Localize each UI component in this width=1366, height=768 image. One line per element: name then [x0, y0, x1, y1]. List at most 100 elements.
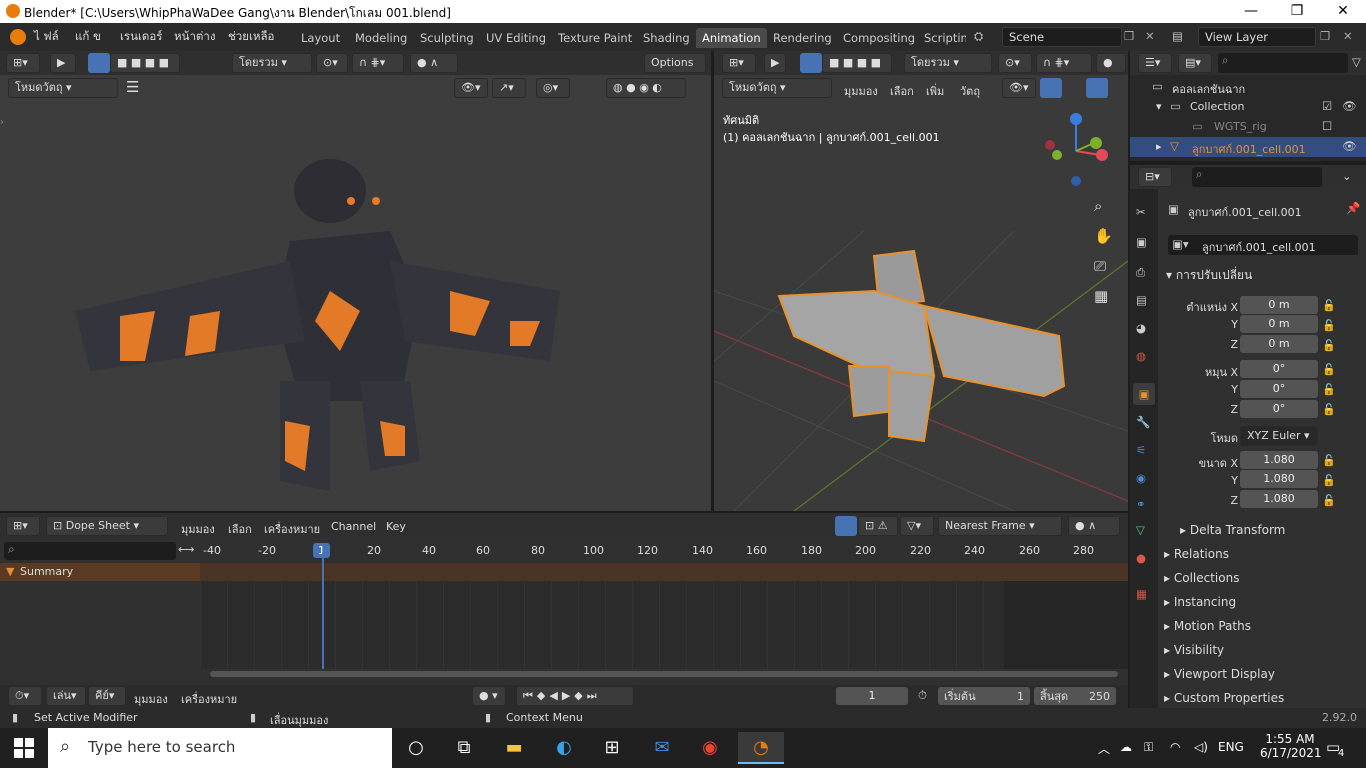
visibility-dropdown[interactable]: 👁▾: [454, 78, 488, 98]
properties-search-input[interactable]: ⌕: [1192, 167, 1322, 187]
horizontal-scrollbar[interactable]: [210, 671, 1118, 677]
filter-icon[interactable]: ▽: [1352, 55, 1361, 69]
pin-icon[interactable]: 📌: [1346, 201, 1360, 215]
relations-panel[interactable]: ▸ Relations: [1164, 543, 1229, 565]
instancing-panel[interactable]: ▸ Instancing: [1164, 591, 1236, 613]
menu-window[interactable]: หน้าต่าง: [174, 28, 215, 46]
select-mode-group-2[interactable]: ■ ■ ■ ■: [822, 53, 892, 73]
volume-icon[interactable]: ◁): [1194, 740, 1208, 754]
menu-file[interactable]: ไ ฟล์: [34, 28, 59, 46]
store-icon[interactable]: ⊞: [592, 732, 632, 764]
overlay-toggle-button[interactable]: [1086, 78, 1108, 98]
file-explorer-icon[interactable]: ▬: [494, 732, 534, 764]
world-tab-icon[interactable]: ◍: [1136, 349, 1146, 363]
menu-render[interactable]: เรนเดอร์: [120, 28, 162, 46]
outliner[interactable]: ☰▾ ▤▾ ⌕ ▽ ▭ คอลเลกชันฉาก ▾ ▭ Collection …: [1130, 51, 1366, 161]
swap-icon[interactable]: ⟷: [178, 542, 195, 556]
minimize-button[interactable]: —: [1228, 0, 1274, 23]
select-mode-new-button-2[interactable]: [800, 53, 822, 73]
tab-texture-paint[interactable]: Texture Paint: [552, 28, 638, 48]
expand-arrow-icon[interactable]: ▾: [1156, 100, 1162, 113]
tab-scripting[interactable]: Scriptin: [918, 28, 966, 48]
checkbox-icon[interactable]: ☐: [1322, 119, 1332, 133]
tab-animation[interactable]: Animation: [696, 28, 767, 48]
playhead-line[interactable]: [322, 553, 324, 669]
playback-controls[interactable]: ⏮◆◀▶◆⏭: [516, 686, 634, 706]
proportional-edit-button[interactable]: ● ∧: [410, 53, 458, 73]
language-indicator[interactable]: ENG: [1218, 740, 1244, 754]
visibility-panel[interactable]: ▸ Visibility: [1164, 639, 1224, 661]
rotation-x-field[interactable]: 0°: [1240, 360, 1318, 378]
output-tab-icon[interactable]: ⎙: [1136, 265, 1145, 280]
rotation-z-field[interactable]: 0°: [1240, 400, 1318, 418]
snap-mode-dropdown[interactable]: Nearest Frame ▾: [938, 516, 1062, 536]
blender-menu-icon[interactable]: [10, 29, 26, 45]
chrome-icon[interactable]: ◉: [690, 732, 730, 764]
remove-scene-icon[interactable]: ✕: [1145, 29, 1155, 43]
eye-icon[interactable]: 👁: [1342, 99, 1357, 113]
outliner-row-object[interactable]: ▸ ▽ ลูกบาศก์.001_cell.001 👁: [1130, 137, 1366, 157]
edge-icon[interactable]: ◐: [544, 732, 584, 764]
summary-track[interactable]: [200, 563, 1128, 581]
dope-editor-type-button[interactable]: ⊞▾: [6, 516, 40, 536]
keyframe-area[interactable]: [200, 581, 1004, 669]
network-icon[interactable]: ⚿: [1144, 740, 1153, 755]
viewport-display-panel[interactable]: ▸ Viewport Display: [1164, 663, 1275, 685]
lock-icon[interactable]: 🔓 🔓 🔓: [1322, 296, 1336, 356]
outliner-row-rig[interactable]: ▭ WGTS_rig ☐: [1130, 117, 1366, 137]
lock-icon[interactable]: 🔓 🔓 🔓: [1322, 451, 1336, 511]
channel-search-input[interactable]: ⌕: [4, 542, 176, 560]
scale-y-field[interactable]: 1.080: [1240, 470, 1318, 488]
gizmo-toggle-button[interactable]: [1040, 78, 1062, 98]
scene-selector-icon[interactable]: ⛭: [974, 29, 996, 45]
close-button[interactable]: ✕: [1320, 0, 1366, 23]
tab-shading[interactable]: Shading: [637, 28, 696, 48]
view-layer-tab-icon[interactable]: ▤: [1136, 293, 1147, 307]
custom-properties-panel[interactable]: ▸ Custom Properties: [1164, 687, 1284, 709]
collections-panel[interactable]: ▸ Collections: [1164, 567, 1239, 589]
expand-arrow-icon[interactable]: ▸: [1156, 140, 1162, 153]
ortho-grid-icon[interactable]: ▦: [1094, 287, 1108, 305]
maximize-button[interactable]: ❐: [1274, 0, 1320, 23]
options-button[interactable]: Options ▾: [644, 53, 706, 87]
stopwatch-icon[interactable]: ⏱: [918, 688, 927, 703]
menu-help[interactable]: ช่วยเหลือ: [228, 28, 274, 46]
tool-tab-icon[interactable]: ✂: [1136, 205, 1146, 219]
onedrive-icon[interactable]: ☁: [1120, 740, 1132, 754]
mode-dropdown-2[interactable]: โหมดวัตถุ ▾: [722, 78, 832, 98]
rotation-y-field[interactable]: 0°: [1240, 380, 1318, 398]
scene-tab-icon[interactable]: ◕: [1136, 321, 1146, 335]
expand-arrow-icon[interactable]: ▼: [6, 565, 14, 578]
tab-rendering[interactable]: Rendering: [767, 28, 838, 48]
chevron-down-icon[interactable]: ⌄: [1342, 169, 1352, 183]
transform-orient-dropdown-2[interactable]: โดยรวม ▾: [904, 53, 992, 73]
dope-mode-dropdown[interactable]: ⊡ Dope Sheet ▾: [46, 516, 168, 536]
blender-taskbar-icon[interactable]: ◔: [738, 732, 784, 764]
pivot-dropdown-2[interactable]: ⊙▾: [998, 53, 1032, 73]
transform-orient-dropdown[interactable]: โดยรวม ▾: [232, 53, 312, 73]
end-frame-field[interactable]: สิ้นสุด 250: [1034, 687, 1116, 705]
right-viewport[interactable]: ⊞▾ ▶ ■ ■ ■ ■ โดยรวม ▾ ⊙▾ ∩ ⋕▾ ● โหมดวัตถ…: [714, 51, 1128, 511]
rotation-mode-dropdown[interactable]: XYZ Euler ▾: [1240, 426, 1318, 446]
golem-selected-model[interactable]: [774, 246, 1074, 446]
editor-type-button[interactable]: ⊞▾: [6, 53, 40, 73]
wifi-icon[interactable]: ◠: [1170, 740, 1180, 754]
dope-sheet-editor[interactable]: ⊞▾ ⊡ Dope Sheet ▾ มุมมอง เลือก เครื่องหม…: [0, 513, 1128, 685]
playback-dropdown[interactable]: เล่น▾: [46, 686, 86, 706]
location-z-field[interactable]: 0 m: [1240, 335, 1318, 353]
outliner-search-input[interactable]: ⌕: [1218, 53, 1348, 73]
outliner-row-scene-collection[interactable]: ▭ คอลเลกชันฉาก: [1130, 77, 1366, 97]
eye-icon[interactable]: 👁: [1342, 139, 1357, 153]
snap-dropdown[interactable]: ∩ ⋕▾: [352, 53, 404, 73]
select-tool-button-2[interactable]: ▶: [764, 53, 786, 73]
overlay-dropdown[interactable]: ◎▾: [536, 78, 570, 98]
hamburger-icon[interactable]: ☰: [126, 78, 139, 96]
new-view-layer-icon[interactable]: ❐: [1320, 29, 1330, 43]
outliner-editor-type-button[interactable]: ☰▾: [1138, 53, 1172, 73]
snap-dropdown-2[interactable]: ∩ ⋕▾: [1036, 53, 1092, 73]
tab-compositing[interactable]: Compositing: [837, 28, 921, 48]
shading-mode-group[interactable]: ◍ ● ◉ ◐: [606, 78, 686, 98]
timeline-editor-type-button[interactable]: ⏱▾: [8, 686, 42, 706]
summary-channel[interactable]: ▼ Summary: [0, 563, 200, 581]
editor-type-button-2[interactable]: ⊞▾: [722, 53, 756, 73]
